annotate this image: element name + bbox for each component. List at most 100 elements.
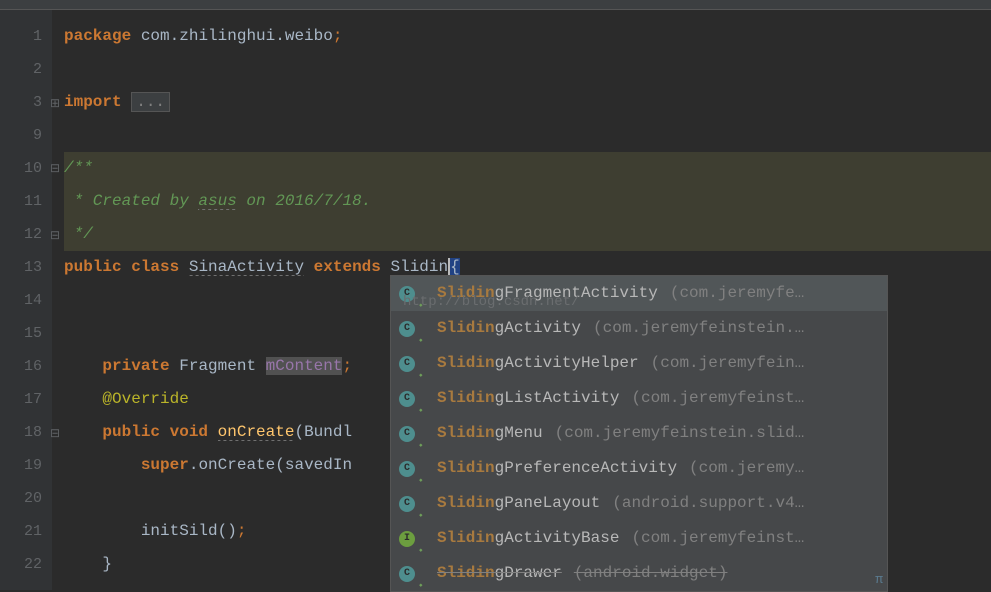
javadoc-rest: on 2016/7/18. [237,192,371,210]
completion-label: SlidingDrawer [437,556,562,591]
completion-package: (com.jeremyfeinst… [631,521,804,556]
argument: savedIn [285,456,352,474]
line-number: 17 [0,383,42,416]
pi-indicator: π [875,572,883,587]
completion-label: SlidingActivityHelper [437,346,639,381]
keyword-package: package [64,27,131,45]
code-line[interactable]: import ... [64,86,991,119]
lock-sub-icon: ⬩ [419,394,429,404]
line-gutter: 1 2 3 9 10 11 12 13 14 15 16 17 18 19 20… [0,10,52,590]
completion-item[interactable]: C ⬩ SlidingPreferenceActivity (com.jeremy… [391,451,887,486]
interface-icon: I [399,531,415,547]
completion-package: (com.jeremyfein… [651,346,805,381]
class-icon: C [399,426,415,442]
import-fold-ellipsis[interactable]: ... [131,92,170,112]
lock-sub-icon: ⬩ [419,324,429,334]
code-line[interactable]: package com.zhilinghui.weibo; [64,20,991,53]
javadoc-line[interactable]: */ [64,218,991,251]
completion-label: SlidingPaneLayout [437,486,600,521]
package-path: com.zhilinghui.weibo [141,27,333,45]
completion-item[interactable]: C ⬩ SlidingDrawer (android.widget) [391,556,887,591]
completion-package: (com.jeremyfe… [670,276,804,311]
line-number: 18 [0,416,42,449]
line-number: 3 [0,86,42,119]
class-name-text: SinaActivity [189,258,304,276]
completion-package: (com.jeremyfeinstein.slid… [555,416,805,451]
keyword-public: public [64,258,122,276]
lock-sub-icon: ⬩ [419,429,429,439]
completion-label: SlidingActivityBase [437,521,619,556]
code-line[interactable] [64,119,991,152]
class-icon: C [399,356,415,372]
parens: () [218,522,237,540]
completion-label: SlidingPreferenceActivity [437,451,677,486]
completion-item[interactable]: I ⬩ SlidingActivityBase (com.jeremyfeinst… [391,521,887,556]
keyword-class: class [131,258,179,276]
completion-item[interactable]: C ⬩ SlidingActivity (com.jeremyfeinstein.… [391,311,887,346]
completion-label: SlidingListActivity [437,381,619,416]
javadoc-close: */ [64,225,93,243]
completion-item[interactable]: C⬩SlidingActivityHelper(com.jeremyfein… [391,346,887,381]
line-number: 14 [0,284,42,317]
line-number: 15 [0,317,42,350]
author-name: asus [198,192,236,210]
javadoc-line[interactable]: /** [64,152,991,185]
editor-tab-bar [0,0,991,10]
lock-sub-icon: ⬩ [419,464,429,474]
class-icon: C [399,461,415,477]
annotation-override: @Override [102,390,188,408]
line-number: 2 [0,53,42,86]
field-name: mContent [266,357,343,375]
code-line[interactable] [64,53,991,86]
line-number: 12 [0,218,42,251]
method-call: initSild [141,522,218,540]
dot: . [189,456,199,474]
completion-item[interactable]: C ⬩ SlidingPaneLayout (android.support.v4… [391,486,887,521]
completion-package: (com.jeremyfeinst… [631,381,804,416]
paren-open: ( [275,456,285,474]
lock-sub-icon: ⬩ [419,534,429,544]
keyword-public: public [102,423,160,441]
completion-package: (com.jeremyfeinstein.… [593,311,804,346]
method-name: onCreate [218,423,295,441]
paren-open: ( [294,423,304,441]
completion-label: SlidingActivity [437,311,581,346]
completion-package: (android.support.v4… [612,486,804,521]
semicolon: ; [333,27,343,45]
completion-item[interactable]: C ⬩ SlidingListActivity (com.jeremyfeinst… [391,381,887,416]
line-number: 19 [0,449,42,482]
method-call: onCreate [198,456,275,474]
semicolon: ; [342,357,352,375]
superclass-partial: Slidin [391,258,449,276]
line-number: 9 [0,119,42,152]
line-number: 21 [0,515,42,548]
line-number: 13 [0,251,42,284]
param-type: Bundl [304,423,352,441]
line-number: 10 [0,152,42,185]
lock-sub-icon: ⬩ [419,499,429,509]
line-number: 1 [0,20,42,53]
line-number: 16 [0,350,42,383]
lock-sub-icon: ⬩ [419,569,429,579]
line-number: 20 [0,482,42,515]
keyword-extends: extends [314,258,381,276]
completion-package: (com.jeremy… [689,451,804,486]
completion-package: (android.widget) [574,556,728,591]
class-icon: C [399,566,415,582]
open-brace: { [450,258,460,276]
close-brace: } [102,555,112,573]
keyword-import: import [64,93,122,111]
line-number: 11 [0,185,42,218]
code-completion-popup[interactable]: http://blog.csdn.net/ C⬩SlidingFragmentA… [390,275,888,592]
class-icon: C [399,391,415,407]
javadoc-body: * Created by [64,192,198,210]
keyword-private: private [102,357,169,375]
completion-item[interactable]: C ⬩ SlidingMenu (com.jeremyfeinstein.slid… [391,416,887,451]
javadoc-line[interactable]: * Created by asus on 2016/7/18. [64,185,991,218]
class-icon: C [399,496,415,512]
completion-label: SlidingMenu [437,416,543,451]
line-number: 22 [0,548,42,581]
semicolon: ; [237,522,247,540]
class-icon: C [399,321,415,337]
watermark-text: http://blog.csdn.net/ [403,294,579,310]
